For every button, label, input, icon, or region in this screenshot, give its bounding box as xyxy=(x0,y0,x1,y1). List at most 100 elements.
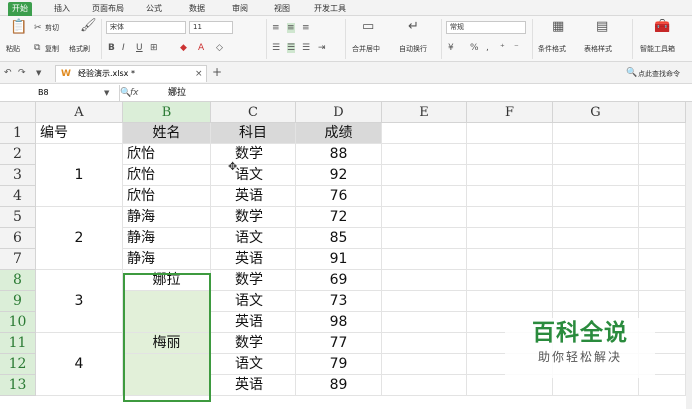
bold-icon[interactable]: B xyxy=(108,43,115,53)
decrease-decimal-icon[interactable]: ⁻ xyxy=(514,43,519,53)
vertical-scrollbar[interactable] xyxy=(686,102,692,409)
number-format-select[interactable]: 常规 xyxy=(446,21,526,34)
column-header-b[interactable]: B xyxy=(123,102,211,123)
tab-insert[interactable]: 插入 xyxy=(50,2,74,16)
cell-c1[interactable]: 科目 xyxy=(211,123,296,144)
currency-icon[interactable]: ¥ xyxy=(448,43,454,53)
column-e-cells[interactable] xyxy=(382,123,467,396)
align-bottom-icon[interactable]: ≡ xyxy=(302,23,310,33)
row-header[interactable]: 13 xyxy=(0,375,36,396)
font-name-select[interactable]: 宋体 xyxy=(106,21,186,34)
tab-formulas[interactable]: 公式 xyxy=(142,2,166,16)
cell-d1[interactable]: 成绩 xyxy=(296,123,382,144)
cell-d9[interactable]: 73 xyxy=(296,291,382,312)
cell-c13[interactable]: 英语 xyxy=(211,375,296,396)
name-box[interactable]: B8 xyxy=(0,85,120,101)
tab-data[interactable]: 数据 xyxy=(185,2,209,16)
undo-icon[interactable]: ↶ xyxy=(4,68,12,78)
font-size-select[interactable]: 11 xyxy=(189,21,233,34)
cell-c9[interactable]: 语文 xyxy=(211,291,296,312)
column-header-g[interactable]: G xyxy=(553,102,639,123)
row-header[interactable]: 7 xyxy=(0,249,36,270)
tab-view[interactable]: 视图 xyxy=(270,2,294,16)
column-header-e[interactable]: E xyxy=(382,102,467,123)
chevron-down-icon[interactable]: ▼ xyxy=(36,68,41,78)
cell-b5[interactable]: 静海 xyxy=(123,207,211,228)
cell-b1[interactable]: 姓名 xyxy=(123,123,211,144)
cell-c6[interactable]: 语文 xyxy=(211,228,296,249)
conditional-format-button[interactable]: 条件格式 xyxy=(538,44,566,54)
row-header[interactable]: 4 xyxy=(0,186,36,207)
close-icon[interactable]: × xyxy=(195,69,203,79)
redo-icon[interactable]: ↷ xyxy=(18,68,26,78)
cell-d4[interactable]: 76 xyxy=(296,186,382,207)
cell-a5-merged[interactable]: 2 xyxy=(36,207,123,270)
cell-a11-merged[interactable]: 4 xyxy=(36,333,123,396)
cell-c10[interactable]: 英语 xyxy=(211,312,296,333)
brush-icon[interactable]: 🖌 xyxy=(80,19,97,32)
command-search[interactable]: 点此查找命令 xyxy=(638,69,680,79)
row-header[interactable]: 10 xyxy=(0,312,36,333)
row-header[interactable]: 12 xyxy=(0,354,36,375)
copy-icon[interactable]: ⧉ xyxy=(34,43,40,53)
row-header[interactable]: 8 xyxy=(0,270,36,291)
cell-b12-selected[interactable] xyxy=(123,354,211,396)
merge-icon[interactable]: ▭ xyxy=(362,20,374,33)
cell-b8-active[interactable]: 娜拉 xyxy=(123,270,211,291)
row-header[interactable]: 1 xyxy=(0,123,36,144)
cell-a2-merged[interactable]: 1 xyxy=(36,144,123,207)
cell-d10[interactable]: 98 xyxy=(296,312,382,333)
format-painter-button[interactable]: 格式刷 xyxy=(69,44,90,54)
increase-decimal-icon[interactable]: ⁺ xyxy=(500,43,505,53)
italic-icon[interactable]: I xyxy=(122,43,125,53)
row-header[interactable]: 2 xyxy=(0,144,36,165)
column-header-c[interactable]: C xyxy=(211,102,296,123)
conditional-format-icon[interactable]: ▦ xyxy=(552,20,564,33)
paste-button[interactable]: 粘贴 xyxy=(6,44,20,54)
cell-c3[interactable]: 语文 xyxy=(211,165,296,186)
cell-b4[interactable]: 欣怡 xyxy=(123,186,211,207)
cell-d11[interactable]: 77 xyxy=(296,333,382,354)
cell-d5[interactable]: 72 xyxy=(296,207,382,228)
column-header-f[interactable]: F xyxy=(467,102,553,123)
chevron-down-icon[interactable]: ▼ xyxy=(104,88,109,98)
copy-button[interactable]: 复制 xyxy=(45,44,59,54)
cell-c5[interactable]: 数学 xyxy=(211,207,296,228)
comma-icon[interactable]: , xyxy=(486,43,489,53)
merge-center-button[interactable]: 合并居中 xyxy=(352,44,380,54)
align-left-icon[interactable]: ☰ xyxy=(272,43,280,53)
tab-home[interactable]: 开始 xyxy=(8,2,32,16)
cell-b3[interactable]: 欣怡 xyxy=(123,165,211,186)
document-tab[interactable]: W 经验演示.xlsx * × xyxy=(55,65,207,82)
column-header-h[interactable] xyxy=(639,102,686,123)
clear-format-icon[interactable]: ◇ xyxy=(216,43,223,53)
cell-c2[interactable]: 数学 xyxy=(211,144,296,165)
table-style-button[interactable]: 表格样式 xyxy=(584,44,612,54)
align-top-icon[interactable]: ≡ xyxy=(272,23,280,33)
cell-b9-selected[interactable] xyxy=(123,291,211,333)
wrap-icon[interactable]: ↵ xyxy=(408,20,419,33)
cell-c11[interactable]: 数学 xyxy=(211,333,296,354)
cell-b2[interactable]: 欣怡 xyxy=(123,144,211,165)
column-header-a[interactable]: A xyxy=(36,102,123,123)
align-center-icon[interactable]: ☰ xyxy=(287,43,296,53)
cell-d7[interactable]: 91 xyxy=(296,249,382,270)
cell-b6[interactable]: 静海 xyxy=(123,228,211,249)
cell-d8[interactable]: 69 xyxy=(296,270,382,291)
cell-d6[interactable]: 85 xyxy=(296,228,382,249)
toolbox-icon[interactable]: 🧰 xyxy=(654,20,670,33)
select-all-corner[interactable] xyxy=(0,102,36,123)
align-right-icon[interactable]: ☰ xyxy=(302,43,310,53)
scissors-icon[interactable]: ✂ xyxy=(34,23,42,33)
tab-page-layout[interactable]: 页面布局 xyxy=(88,2,128,16)
row-header[interactable]: 9 xyxy=(0,291,36,312)
column-header-d[interactable]: D xyxy=(296,102,382,123)
indent-icon[interactable]: ⇥ xyxy=(318,43,326,53)
cell-a8-merged[interactable]: 3 xyxy=(36,270,123,333)
cell-d12[interactable]: 79 xyxy=(296,354,382,375)
formula-input[interactable]: 娜拉 xyxy=(168,85,186,101)
cell-d2[interactable]: 88 xyxy=(296,144,382,165)
cell-b11-selected[interactable]: 梅丽 xyxy=(123,333,211,354)
cut-button[interactable]: 剪切 xyxy=(45,23,59,33)
row-header[interactable]: 6 xyxy=(0,228,36,249)
